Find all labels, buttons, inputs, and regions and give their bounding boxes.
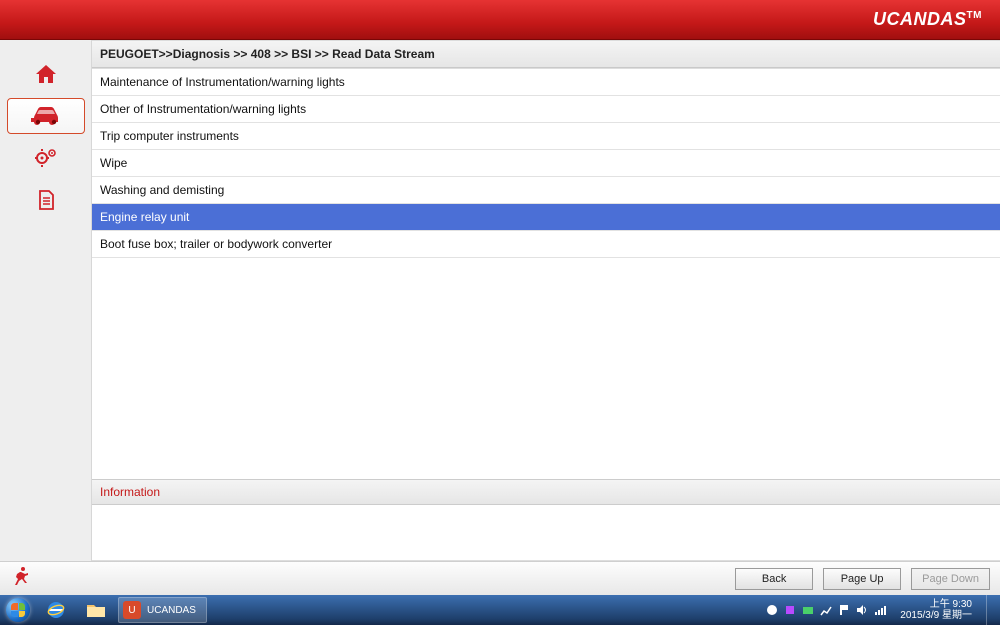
sidebar-item-report[interactable] (7, 182, 85, 218)
list-item[interactable]: Maintenance of Instrumentation/warning l… (92, 69, 1000, 96)
home-icon (34, 63, 58, 85)
system-tray: 上午 9:30 2015/3/9 星期一 (766, 595, 1000, 625)
ie-icon (46, 600, 66, 620)
page-down-button: Page Down (911, 568, 990, 590)
taskbar-explorer[interactable] (76, 595, 116, 625)
clock-date: 2015/3/9 星期一 (900, 610, 972, 621)
tray-icon[interactable] (784, 604, 796, 616)
app-body: PEUGOET>>Diagnosis >> 408 >> BSI >> Read… (0, 40, 1000, 561)
tray-icon[interactable] (820, 604, 832, 616)
data-stream-list: Maintenance of Instrumentation/warning l… (92, 68, 1000, 479)
sidebar (0, 40, 92, 561)
sidebar-item-home[interactable] (7, 56, 85, 92)
information-body (92, 505, 1000, 561)
back-button[interactable]: Back (735, 568, 813, 590)
list-item[interactable]: Boot fuse box; trailer or bodywork conve… (92, 231, 1000, 258)
document-icon (35, 189, 57, 211)
page-up-button[interactable]: Page Up (823, 568, 901, 590)
list-item[interactable]: Washing and demisting (92, 177, 1000, 204)
list-item[interactable]: Engine relay unit (92, 204, 1000, 231)
taskbar-ie[interactable] (36, 595, 76, 625)
ucandas-badge-icon: U (123, 601, 141, 619)
tray-icon[interactable] (802, 604, 814, 616)
taskbar-task-ucandas[interactable]: U UCANDAS (118, 597, 207, 623)
windows-logo-icon (6, 598, 30, 622)
list-item[interactable]: Trip computer instruments (92, 123, 1000, 150)
running-man-icon (10, 565, 32, 587)
list-empty-area (92, 258, 1000, 479)
exit-button[interactable] (10, 565, 32, 592)
bottom-toolbar: Back Page Up Page Down (0, 561, 1000, 595)
folder-icon (86, 601, 106, 619)
gears-icon (34, 147, 58, 169)
taskbar-clock[interactable]: 上午 9:30 2015/3/9 星期一 (894, 599, 978, 621)
brand-logo: UCANDASTM (873, 9, 982, 30)
brand-tm: TM (967, 10, 982, 21)
windows-taskbar: U UCANDAS 上午 9:30 2015/3/9 星期一 (0, 595, 1000, 625)
button-row: Back Page Up Page Down (735, 568, 990, 590)
clock-time: 上午 9:30 (900, 599, 972, 610)
tray-icons[interactable] (766, 604, 886, 616)
tray-flag-icon[interactable] (838, 604, 850, 616)
tray-network-icon[interactable] (874, 604, 886, 616)
show-desktop-button[interactable] (986, 595, 996, 625)
tray-icon[interactable] (766, 604, 778, 616)
car-icon (29, 105, 63, 127)
start-button[interactable] (0, 595, 36, 625)
sidebar-item-settings[interactable] (7, 140, 85, 176)
sidebar-item-diagnosis[interactable] (7, 98, 85, 134)
content-pane: PEUGOET>>Diagnosis >> 408 >> BSI >> Read… (92, 40, 1000, 561)
list-item[interactable]: Wipe (92, 150, 1000, 177)
app-header: UCANDASTM (0, 0, 1000, 40)
taskbar-task-label: UCANDAS (147, 605, 196, 616)
breadcrumb: PEUGOET>>Diagnosis >> 408 >> BSI >> Read… (92, 40, 1000, 68)
brand-name: UCANDAS (873, 9, 967, 29)
tray-volume-icon[interactable] (856, 604, 868, 616)
list-item[interactable]: Other of Instrumentation/warning lights (92, 96, 1000, 123)
information-header: Information (92, 479, 1000, 505)
